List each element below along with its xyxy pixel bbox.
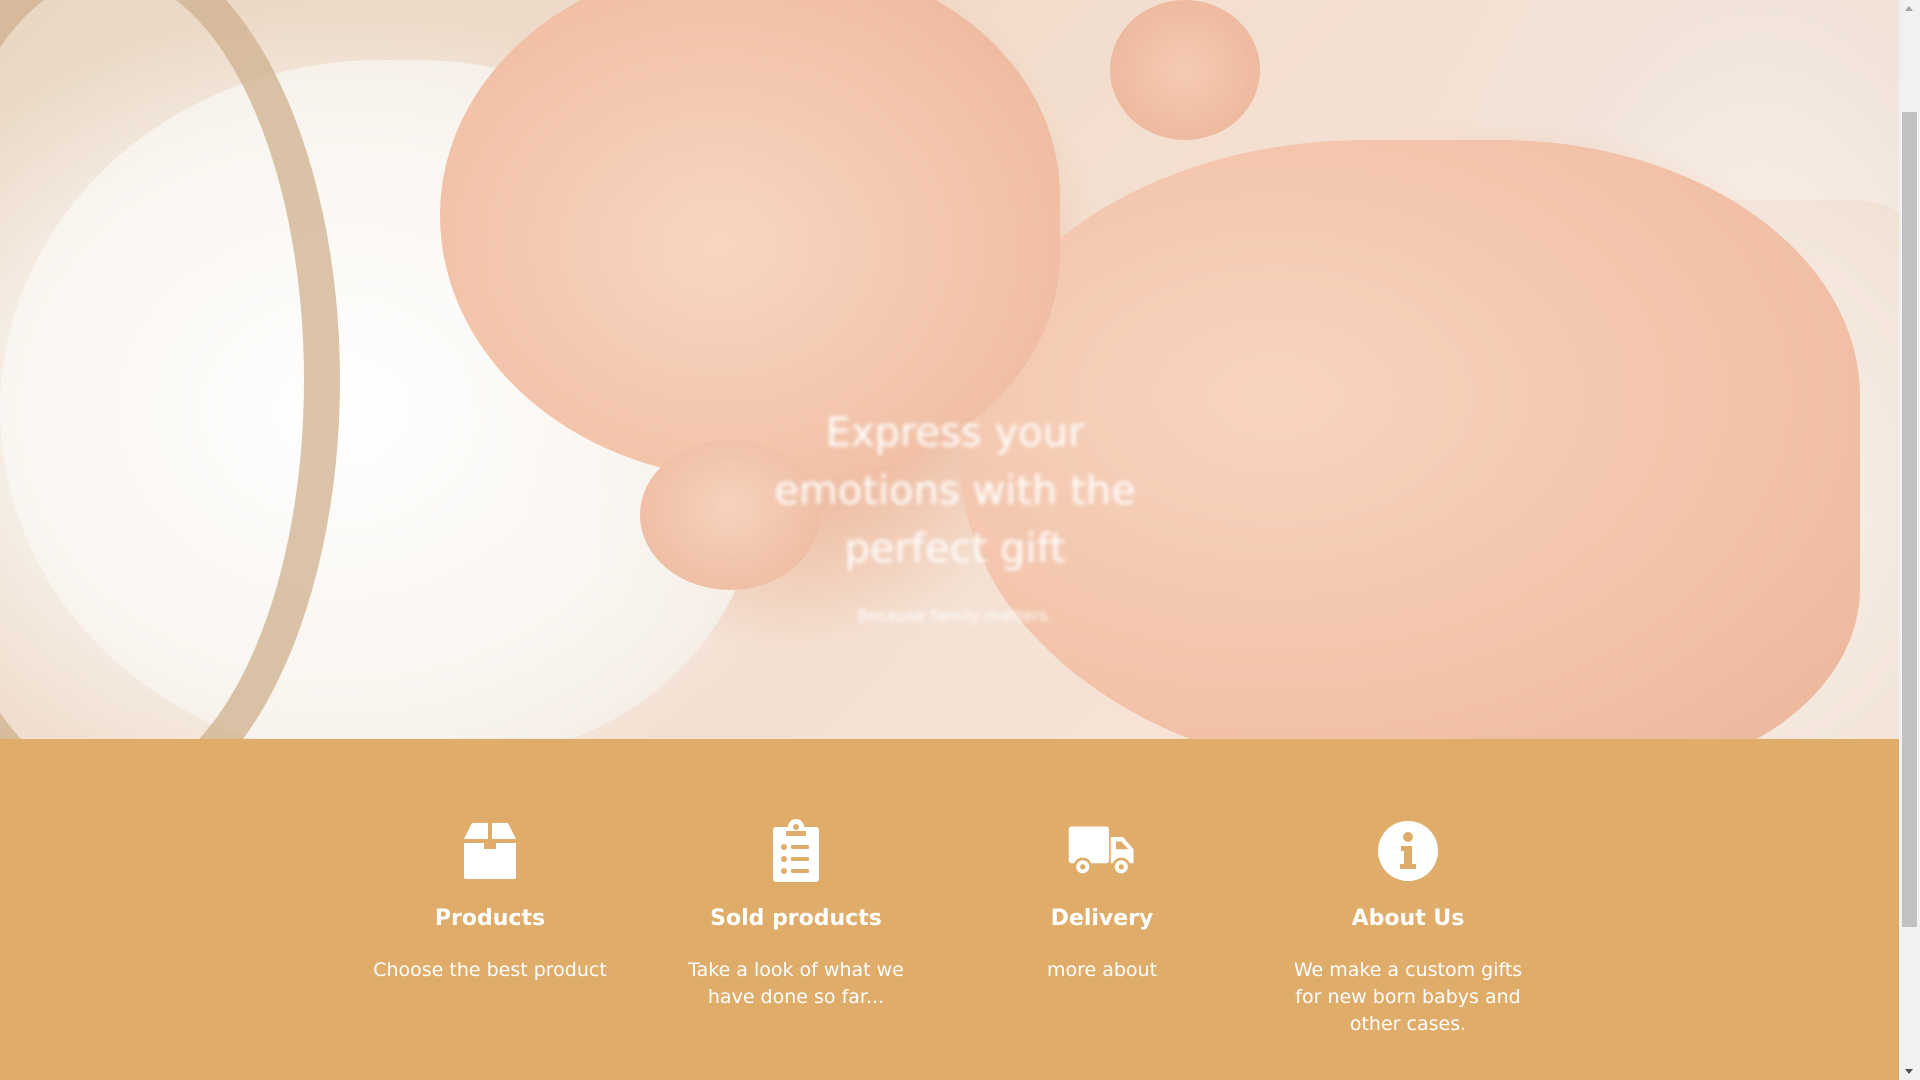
- scroll-up-arrow-icon[interactable]: [1899, 0, 1920, 17]
- feature-title: Products: [434, 906, 546, 931]
- vertical-scrollbar[interactable]: [1899, 0, 1920, 1080]
- feature-text: more about: [1046, 959, 1158, 981]
- hero-image-basket: [0, 0, 340, 739]
- clipboard-list-icon: [773, 819, 819, 882]
- feature-delivery[interactable]: Delivery more about: [972, 819, 1232, 984]
- box-icon: [464, 823, 516, 879]
- feature-sold-products[interactable]: Sold products Take a look of what we hav…: [666, 819, 926, 1011]
- hero-text: Express your emotions with the perfect g…: [760, 404, 1150, 625]
- feature-text: Take a look of what we have done so far.…: [688, 959, 904, 1008]
- scrollbar-thumb[interactable]: [1902, 112, 1917, 927]
- feature-text: We make a custom gifts for new born baby…: [1293, 959, 1523, 1035]
- scroll-down-arrow-icon[interactable]: [1899, 1063, 1920, 1080]
- features-section: Products Choose the best product Sold pr…: [0, 739, 1899, 1080]
- hero-banner: Express your emotions with the perfect g…: [0, 0, 1899, 739]
- feature-title: About Us: [1351, 906, 1465, 931]
- hero-image-baby-hand: [1110, 0, 1260, 140]
- feature-about-us[interactable]: About Us We make a custom gifts for new …: [1278, 819, 1538, 1038]
- hero-title: Express your emotions with the perfect g…: [774, 410, 1136, 572]
- feature-products[interactable]: Products Choose the best product: [360, 819, 620, 984]
- page: Express your emotions with the perfect g…: [0, 0, 1899, 1080]
- truck-icon: [1068, 826, 1134, 876]
- info-circle-icon: [1378, 821, 1438, 881]
- feature-title: Sold products: [710, 906, 882, 931]
- feature-title: Delivery: [1050, 906, 1154, 931]
- hero-subtitle: Because family matters.: [857, 606, 1053, 625]
- feature-text: Choose the best product: [373, 959, 607, 981]
